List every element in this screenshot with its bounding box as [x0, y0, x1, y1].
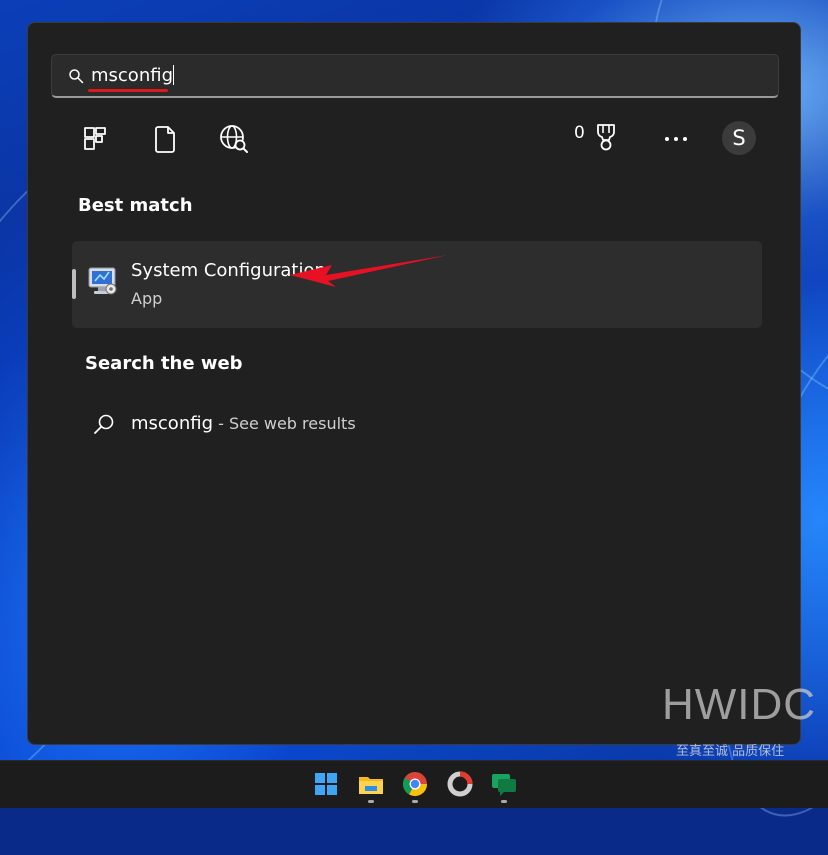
search-icon	[69, 69, 84, 84]
red-underline-annotation	[88, 89, 168, 92]
search-query-wrapper: msconfig	[91, 65, 174, 86]
web-query-line: msconfig - See web results	[131, 413, 356, 434]
chat-button[interactable]	[489, 769, 519, 803]
avatar-initial: S	[732, 126, 746, 150]
running-indicator	[368, 800, 374, 803]
web-results-suffix: - See web results	[213, 414, 356, 433]
browser-button[interactable]	[445, 769, 475, 799]
rewards-points: 0	[574, 123, 585, 143]
start-search-panel: msconfig 0 S Best match System Configura…	[27, 22, 801, 745]
taskbar	[0, 760, 828, 808]
documents-filter-button[interactable]	[145, 119, 185, 159]
result-subtitle: App	[131, 289, 163, 308]
user-avatar[interactable]: S	[722, 121, 756, 155]
rewards-button[interactable]	[586, 117, 626, 157]
chrome-icon	[402, 772, 427, 797]
chat-icon	[492, 774, 516, 796]
text-caret	[173, 65, 174, 85]
file-explorer-icon	[359, 777, 383, 794]
documents-icon	[155, 126, 175, 153]
red-arrow-annotation	[290, 255, 448, 287]
watermark-tagline: 至真至诚 品质保住	[676, 744, 785, 759]
more-options-button[interactable]	[656, 119, 696, 159]
search-input[interactable]: msconfig	[51, 54, 779, 98]
apps-filter-button[interactable]	[75, 119, 115, 159]
web-filter-button[interactable]	[214, 119, 254, 159]
search-query-text: msconfig	[91, 65, 173, 86]
more-icon	[665, 137, 687, 141]
search-icon	[94, 414, 114, 434]
web-search-result[interactable]: msconfig - See web results	[72, 401, 762, 445]
apps-icon	[84, 127, 106, 150]
chrome-button[interactable]	[400, 769, 430, 803]
windows-start-icon	[315, 773, 337, 795]
selection-indicator	[72, 269, 76, 299]
start-button[interactable]	[311, 769, 341, 799]
best-match-heading: Best match	[78, 195, 193, 216]
watermark-logo: HWIDC	[662, 680, 817, 729]
search-the-web-heading: Search the web	[85, 353, 243, 374]
running-indicator	[412, 800, 418, 803]
file-explorer-button[interactable]	[356, 769, 386, 803]
running-indicator	[501, 800, 507, 803]
web-query-text: msconfig	[131, 413, 213, 434]
system-configuration-app-icon	[88, 267, 117, 295]
web-icon	[220, 125, 248, 153]
browser-icon	[447, 771, 473, 797]
trophy-icon	[597, 124, 615, 151]
